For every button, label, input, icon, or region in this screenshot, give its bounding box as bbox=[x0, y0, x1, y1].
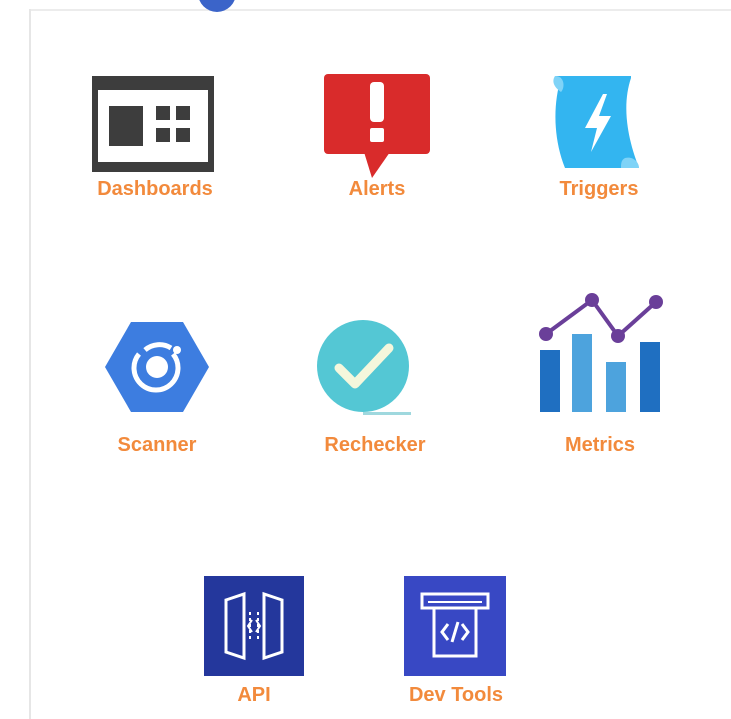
alert-bubble-icon bbox=[287, 72, 467, 190]
metrics-tile[interactable]: Metrics bbox=[510, 290, 690, 456]
alerts-label: Alerts bbox=[348, 178, 406, 200]
checkmark-circle-icon bbox=[285, 320, 465, 438]
triggers-label: Triggers bbox=[559, 178, 639, 200]
frame-top-border bbox=[29, 9, 731, 11]
code-terminal-icon bbox=[366, 574, 546, 692]
bar-line-chart-icon bbox=[510, 290, 690, 412]
dashboard-window-icon bbox=[65, 72, 245, 190]
lightning-scroll-icon bbox=[509, 72, 689, 190]
scanner-label: Scanner bbox=[117, 434, 197, 456]
api-gateway-icon bbox=[164, 574, 344, 692]
dashboards-label: Dashboards bbox=[97, 178, 213, 200]
rechecker-label: Rechecker bbox=[324, 434, 426, 456]
dashboards-tile[interactable]: Dashboards bbox=[65, 72, 245, 222]
app-launcher-page: Dashboards Alerts Triggers Scanner Reche… bbox=[0, 0, 731, 719]
rechecker-tile[interactable]: Rechecker bbox=[285, 320, 465, 470]
alerts-tile[interactable]: Alerts bbox=[287, 72, 467, 222]
scanner-hexagon-icon bbox=[67, 320, 247, 438]
api-tile[interactable]: API bbox=[164, 574, 344, 719]
devtools-label: Dev Tools bbox=[408, 684, 504, 706]
triggers-tile[interactable]: Triggers bbox=[509, 72, 689, 222]
frame-left-border bbox=[29, 9, 31, 719]
devtools-tile[interactable]: Dev Tools bbox=[366, 574, 546, 719]
api-label: API bbox=[237, 684, 271, 706]
scanner-tile[interactable]: Scanner bbox=[67, 320, 247, 470]
metrics-label: Metrics bbox=[564, 434, 636, 456]
